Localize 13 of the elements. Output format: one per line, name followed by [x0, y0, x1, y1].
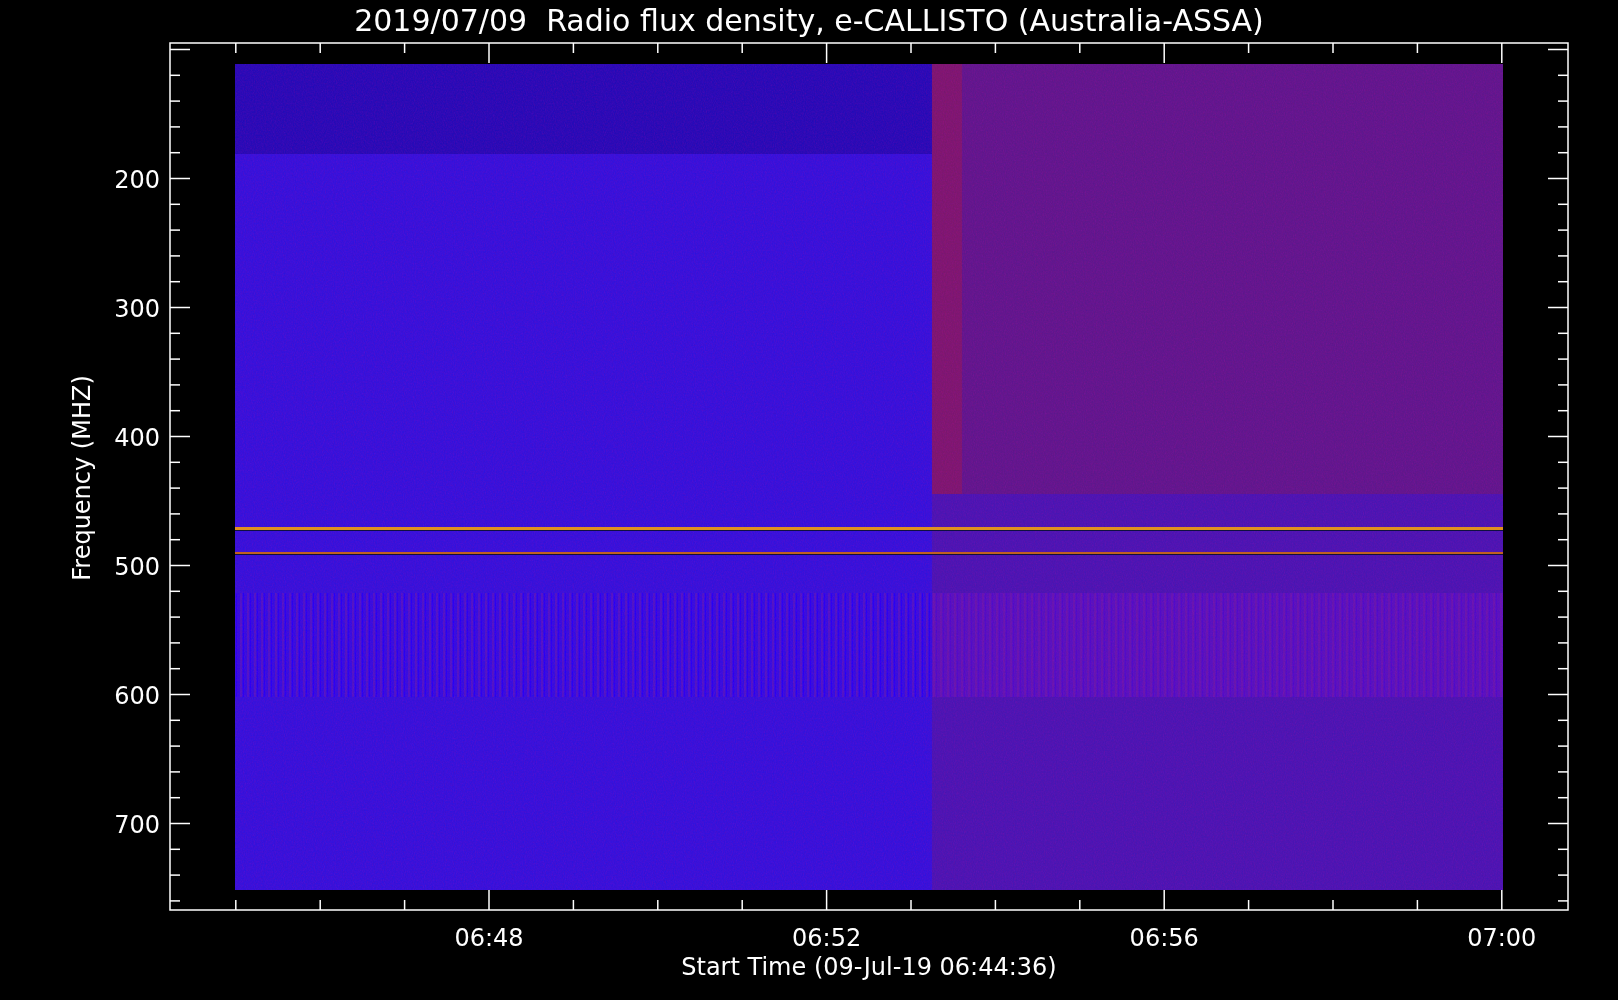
y-axis-label: Frequency (MHZ)	[68, 375, 96, 581]
plot-title: 2019/07/09 Radio flux density, e-CALLISTO (Australia-ASSA)	[354, 3, 1264, 38]
x-tick-label: 06:56	[1129, 924, 1199, 952]
y-tick-label: 700	[114, 810, 160, 839]
y-tick-label: 300	[114, 294, 160, 323]
y-tick-label: 200	[114, 165, 160, 194]
x-axis-label: Start Time (09-Jul-19 06:44:36)	[681, 953, 1057, 981]
x-tick-label: 06:48	[454, 924, 524, 952]
y-tick-label: 600	[114, 681, 160, 710]
y-tick-label: 500	[114, 552, 160, 581]
y-tick-label: 400	[114, 423, 160, 452]
x-tick-label: 07:00	[1467, 924, 1537, 952]
x-tick-label: 06:52	[792, 924, 862, 952]
